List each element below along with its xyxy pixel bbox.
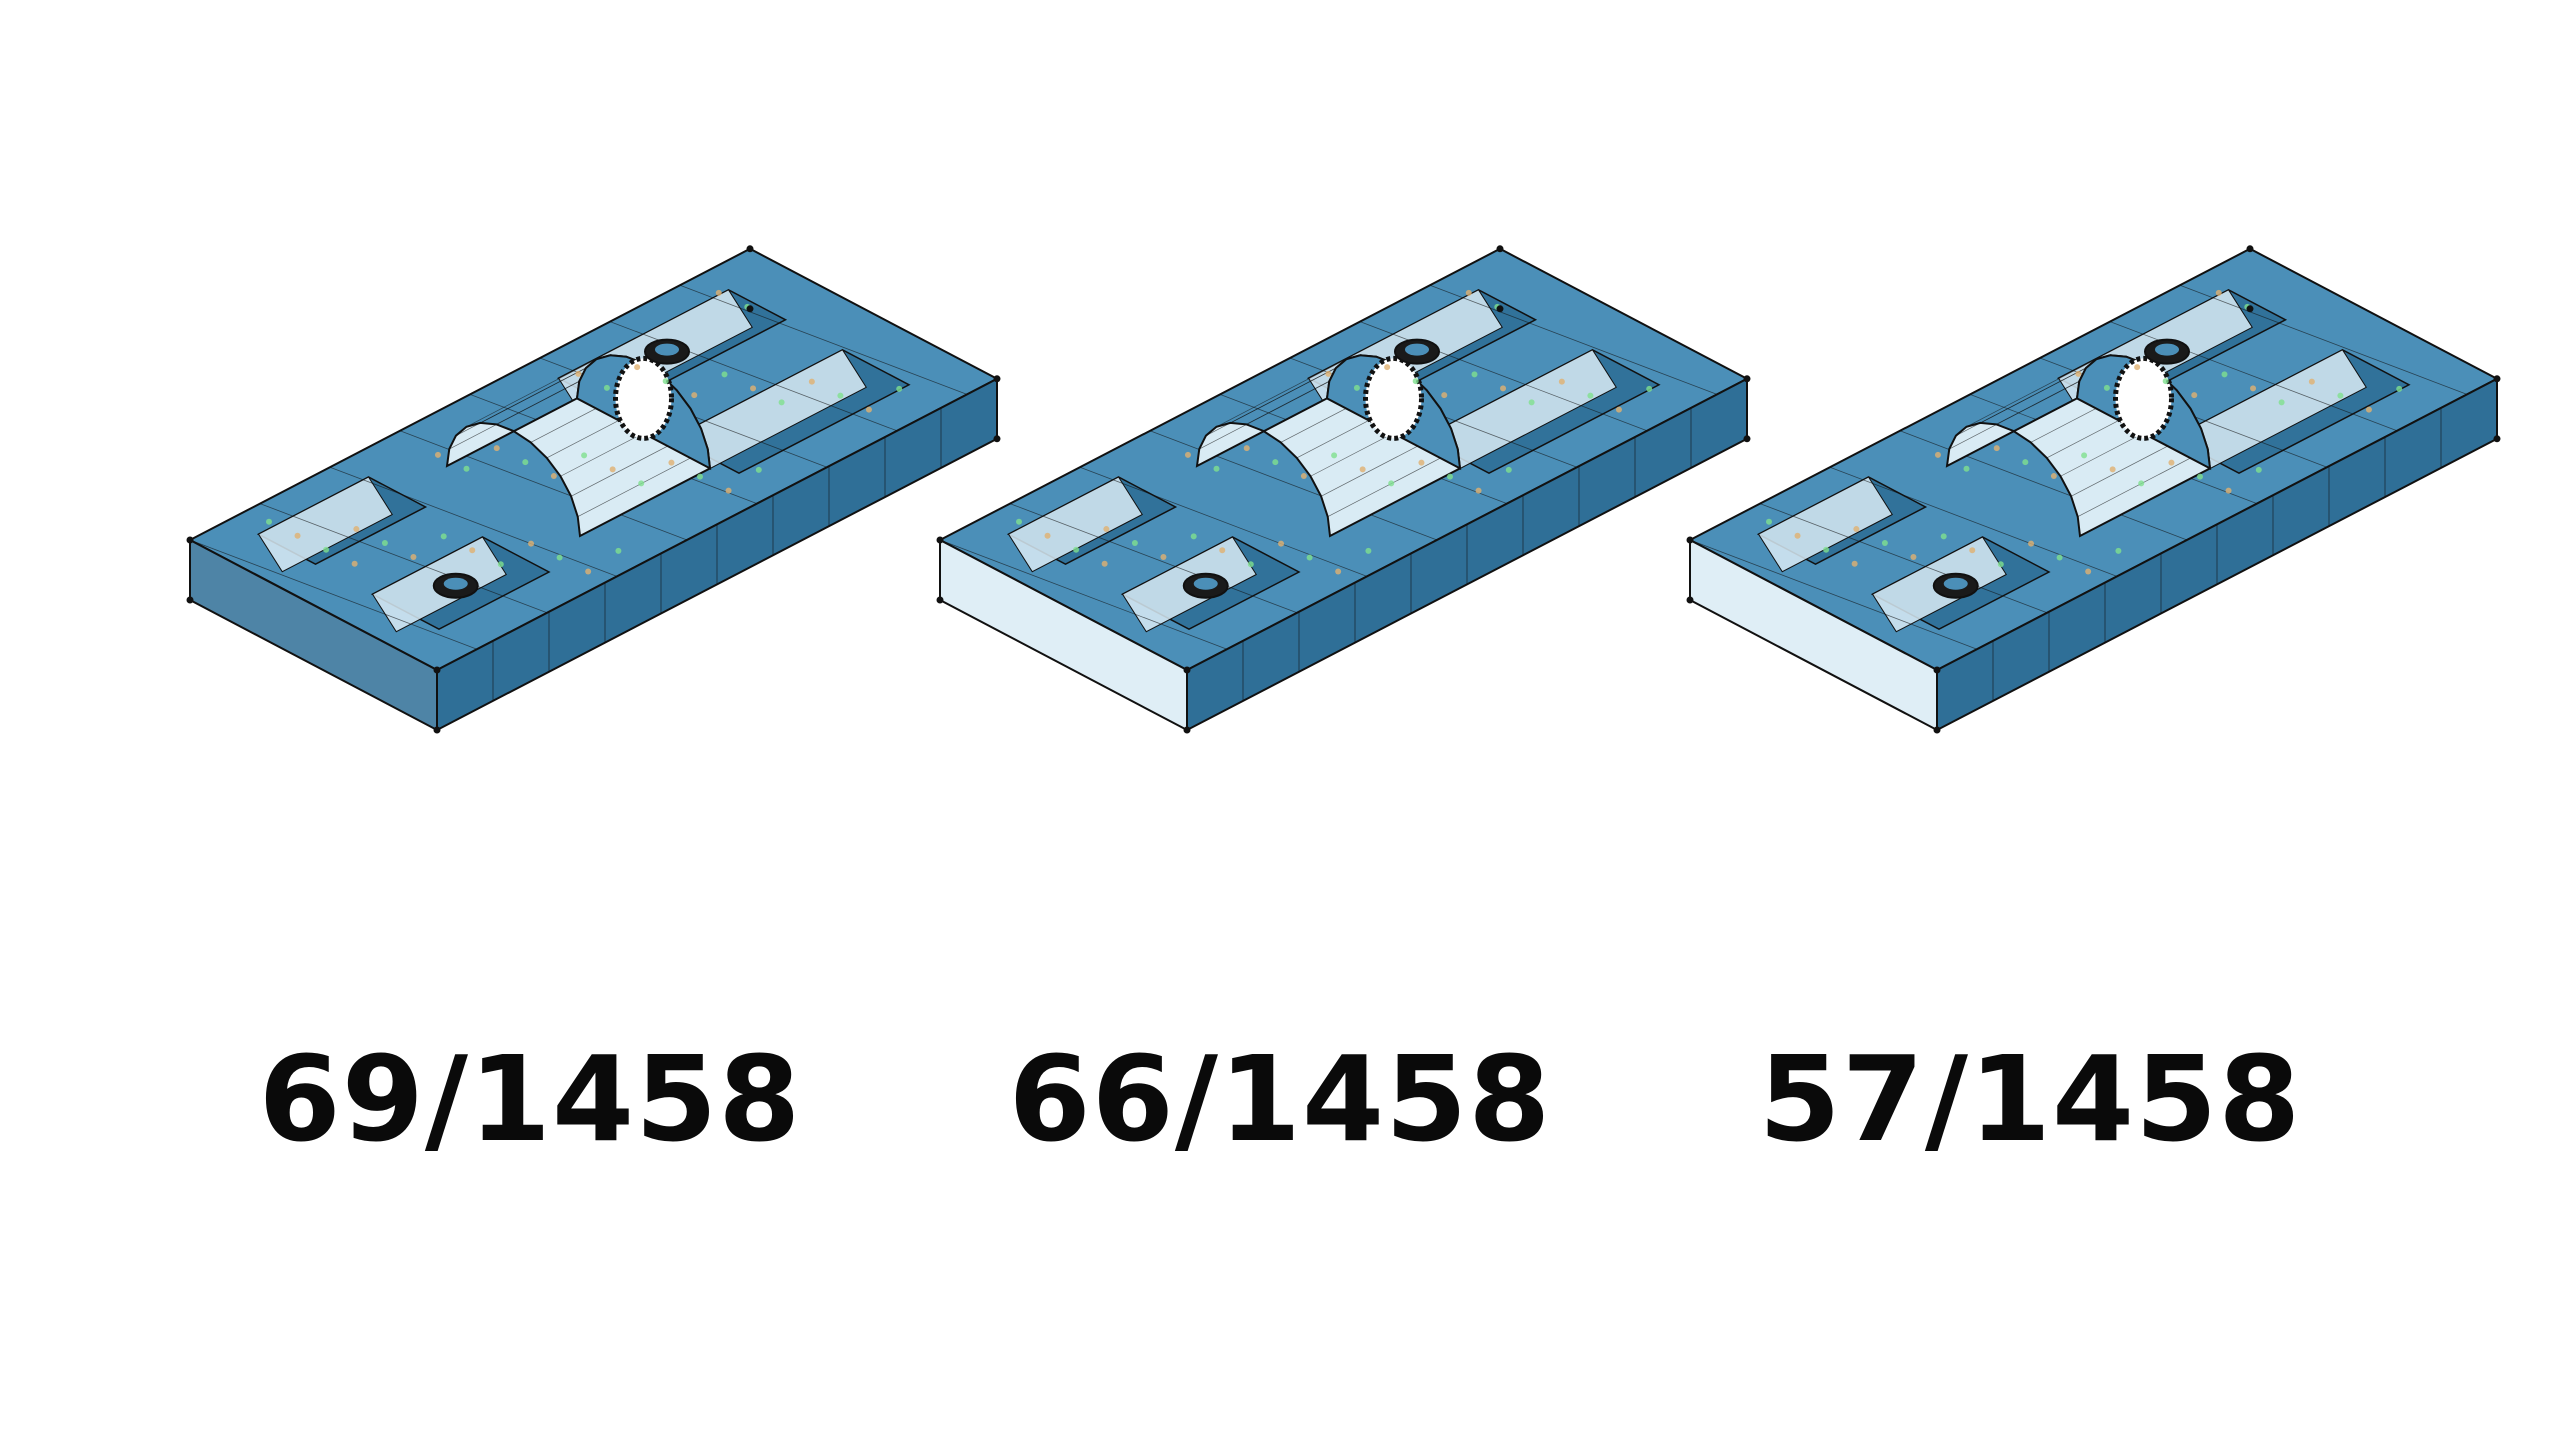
panel-3: 57/1458 [1650, 0, 2506, 1440]
mesh-model-illustration [931, 239, 1756, 739]
panel-2: 66/1458 [900, 0, 1756, 1440]
score-label: 66/1458 [1008, 1030, 1552, 1168]
panel-1: 69/1458 [150, 0, 1006, 1440]
mesh-model-illustration [181, 239, 1006, 739]
score-label: 57/1458 [1758, 1030, 2302, 1168]
score-label: 69/1458 [258, 1030, 802, 1168]
mesh-model-illustration [1681, 239, 2506, 739]
